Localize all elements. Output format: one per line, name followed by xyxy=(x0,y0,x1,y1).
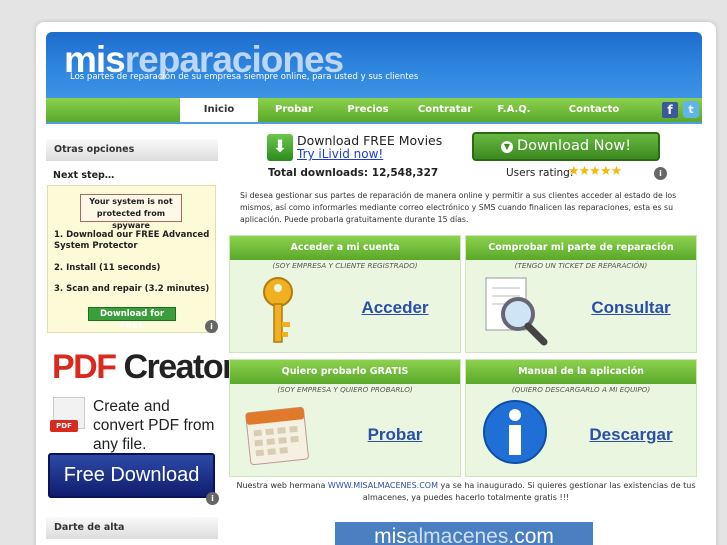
descargar-link[interactable]: Descargar xyxy=(566,425,696,445)
promo-title: Download FREE Movies xyxy=(297,133,443,148)
total-downloads: Total downloads: 12,548,327 xyxy=(268,167,439,179)
ad-step-3: 3. Scan and repair (3.2 minutes) xyxy=(54,284,210,294)
rating-stars: ★★★★★ xyxy=(568,164,622,179)
card-probar: Quiero probarlo GRATIS (SOY EMPRESA Y QU… xyxy=(229,359,461,477)
pdf-tag: PDF xyxy=(50,420,78,432)
nav-item-contratar[interactable]: Contratar xyxy=(406,98,484,122)
pdf-file-icon: PDF xyxy=(50,397,85,432)
sidebar-otras-title: Otras opciones xyxy=(46,139,218,161)
calendar-icon xyxy=(245,406,309,466)
card-subtitle: (TENGO UN TICKET DE REPARACIÓN) xyxy=(514,261,648,270)
key-icon xyxy=(263,277,293,343)
magnifier-icon xyxy=(485,277,548,346)
download-now-button[interactable]: ▼ Download Now! xyxy=(472,132,660,161)
card-subtitle: (SOY EMPRESA Y QUIERO PROBARLO) xyxy=(277,385,413,394)
pdf-logo-part2: Creator xyxy=(115,348,235,386)
card-consultar: Comprobar mi parte de reparación (TENGO … xyxy=(465,235,697,353)
site-tagline: Los partes de reparación de su empresa s… xyxy=(70,72,419,82)
pdf-logo-part1: PDF xyxy=(52,348,117,386)
ad-download-button[interactable]: Download for FREE xyxy=(88,307,176,331)
page-frame: misreparaciones Los partes de reparación… xyxy=(36,22,716,545)
spyware-warning: Your system is not protected from spywar… xyxy=(80,194,182,230)
ad-step-1: 1. Download our FREE Advanced System Pro… xyxy=(54,230,210,251)
free-download-button[interactable]: Free Download xyxy=(48,453,215,498)
consultar-link[interactable]: Consultar xyxy=(566,298,696,318)
pdf-creator-logo[interactable]: PDF Creator xyxy=(52,348,235,387)
download-now-label: Download Now! xyxy=(516,138,632,154)
main-nav: Inicio Probar Precios Contratar F.A.Q. C… xyxy=(46,98,702,122)
twitter-icon[interactable]: t xyxy=(683,101,699,118)
misalmacenes-banner[interactable]: misalmacenes.com xyxy=(335,522,593,545)
acceder-link[interactable]: Acceder xyxy=(330,298,460,318)
misalmacenes-link[interactable]: WWW.MISALMACENES.COM xyxy=(328,481,438,490)
nav-item-inicio[interactable]: Inicio xyxy=(180,98,258,122)
card-subtitle: (SOY EMPRESA Y CLIENTE REGISTRADO) xyxy=(272,261,418,270)
info-icon xyxy=(483,400,547,464)
banner-part1: mis xyxy=(374,525,407,545)
pdf-ad-text: Create and convert PDF from any file. xyxy=(93,398,215,453)
download-arrow-icon: ⬇ xyxy=(267,134,293,161)
nav-item-precios[interactable]: Precios xyxy=(330,98,406,122)
banner-part2: almacenes xyxy=(406,525,509,545)
intro-text: Si desea gestionar sus partes de reparac… xyxy=(240,191,677,224)
card-title: Manual de la aplicación xyxy=(466,360,696,384)
nav-item-probar[interactable]: Probar xyxy=(258,98,330,122)
next-step-label: Next step… xyxy=(53,170,115,181)
card-title: Acceder a mi cuenta xyxy=(230,236,460,260)
ad-info-icon[interactable]: i xyxy=(205,320,218,333)
facebook-icon[interactable]: f xyxy=(662,102,678,118)
ad-step-2: 2. Install (11 seconds) xyxy=(54,263,161,273)
card-title: Quiero probarlo GRATIS xyxy=(230,360,460,384)
banner-part3: .com xyxy=(508,525,554,545)
probar-link[interactable]: Probar xyxy=(330,425,460,445)
nav-item-faq[interactable]: F.A.Q. xyxy=(484,98,544,122)
promo-info-icon[interactable]: i xyxy=(654,167,667,180)
card-acceder: Acceder a mi cuenta (SOY EMPRESA Y CLIEN… xyxy=(229,235,461,353)
users-rating-label: Users rating: xyxy=(506,167,574,179)
card-title: Comprobar mi parte de reparación xyxy=(466,236,696,260)
promo-link[interactable]: Try iLivid now! xyxy=(297,147,383,161)
nav-item-contacto[interactable]: Contacto xyxy=(544,98,644,122)
sidebar-darte-title: Darte de alta xyxy=(46,517,218,539)
chevron-down-icon: ▼ xyxy=(500,141,513,153)
spyware-ad[interactable]: Your system is not protected from spywar… xyxy=(47,185,218,333)
footer-note: Nuestra web hermana WWW.MISALMACENES.COM… xyxy=(236,480,696,504)
footer-text-pre: Nuestra web hermana xyxy=(236,481,328,490)
pdf-ad-info-icon[interactable]: i xyxy=(206,492,219,505)
card-descargar: Manual de la aplicación (QUIERO DESCARGA… xyxy=(465,359,697,477)
card-subtitle: (QUIERO DESCARGARLO A MI EQUIPO) xyxy=(511,385,651,394)
